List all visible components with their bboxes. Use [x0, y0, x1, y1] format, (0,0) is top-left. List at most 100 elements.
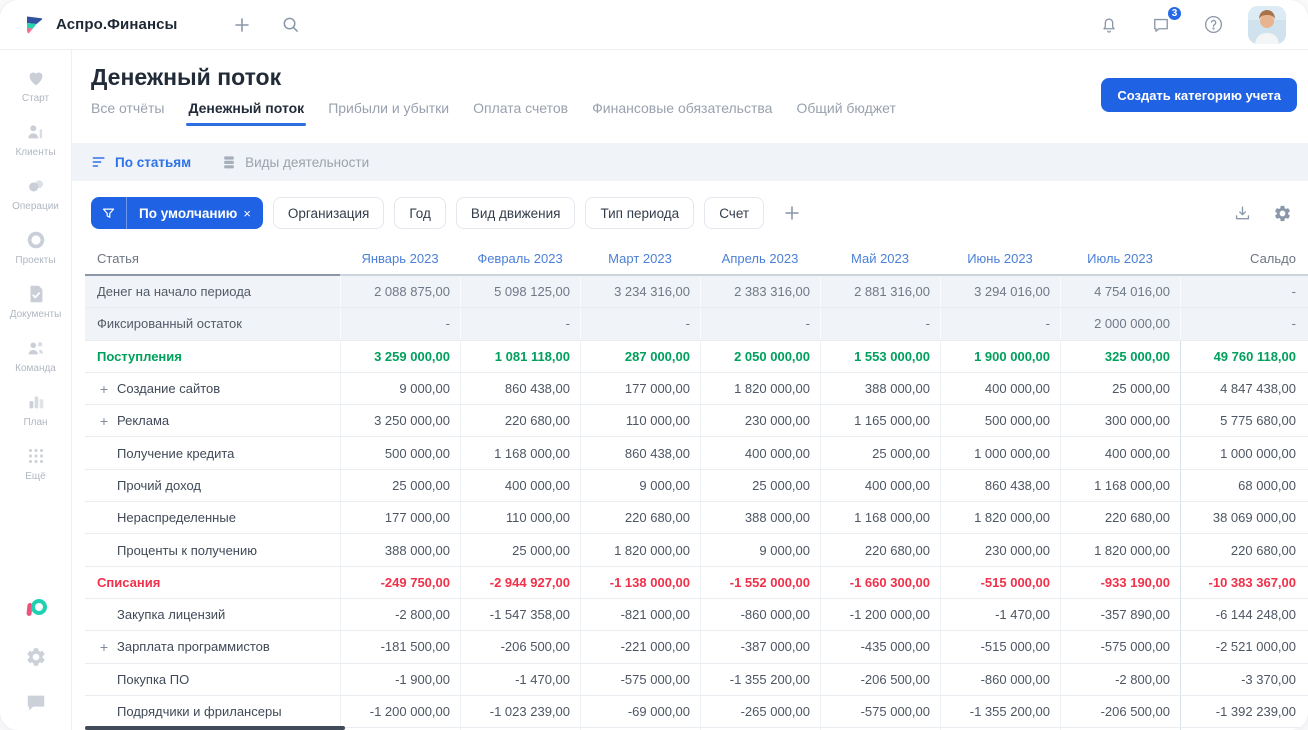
view-tab-1[interactable]: Виды деятельности — [221, 154, 369, 170]
column-header-month[interactable]: Апрель 2023 — [700, 243, 820, 276]
table-header-row: Статья Январь 2023 Февраль 2023 Март 2023 Ап… — [85, 243, 1308, 276]
avatar[interactable] — [1248, 5, 1286, 44]
bell-icon[interactable] — [1096, 12, 1122, 38]
chat-bubble-icon[interactable] — [25, 692, 47, 714]
settings-icon[interactable] — [1272, 203, 1292, 223]
expand-icon[interactable]: + — [97, 414, 111, 428]
value-cell: 2 000 000,00 — [1060, 308, 1180, 340]
app-body: Старт Клиенты Операции Проекты Документы Кома… — [0, 50, 1308, 730]
sidebar-item-documents[interactable]: Документы — [9, 282, 62, 336]
add-filter-icon[interactable] — [776, 202, 808, 224]
table-row[interactable]: Закупка лицензий -2 800,00 -1 547 358,00 -8… — [85, 598, 1308, 632]
sidebar-item-clients[interactable]: Клиенты — [10, 120, 62, 174]
default-filter-chip[interactable]: По умолчанию × — [91, 197, 263, 229]
table-row[interactable]: Прочий доход 25 000,00 400 000,00 9 000,00 2… — [85, 469, 1308, 503]
aspro-brand-icon[interactable] — [23, 596, 49, 622]
sidebar-item-more[interactable]: Ещё — [10, 444, 62, 498]
value-cell: 860 438,00 — [580, 437, 700, 469]
filter-chip-0[interactable]: Организация — [272, 197, 385, 229]
value-cell: 25 000,00 — [700, 469, 820, 502]
value-cell: -575 000,00 — [820, 695, 940, 728]
tab-0[interactable]: Все отчёты — [91, 100, 164, 122]
topbar: Аспро.Финансы 3 — [0, 0, 1308, 50]
row-label: + Создание сайтов — [85, 373, 340, 404]
value-cell: 400 000,00 — [700, 437, 820, 469]
column-header-month[interactable]: Январь 2023 — [340, 243, 460, 276]
value-cell: -515 000,00 — [940, 631, 1060, 663]
horizontal-scrollbar[interactable] — [85, 726, 345, 730]
brand[interactable]: Аспро.Финансы — [22, 13, 177, 37]
filter-chip-4[interactable]: Счет — [704, 197, 765, 229]
tab-1[interactable]: Денежный поток — [186, 100, 306, 126]
sidebar-item-label: Ещё — [25, 471, 46, 482]
create-category-button[interactable]: Создать категорию учета — [1101, 78, 1297, 112]
person-chart-icon — [25, 120, 47, 144]
filter-chip-3[interactable]: Тип периода — [585, 197, 695, 229]
view-tab-label: По статьям — [115, 154, 192, 170]
tab-2[interactable]: Прибыли и убытки — [328, 100, 449, 122]
value-cell: 1 168 000,00 — [820, 502, 940, 534]
sidebar-item-label: Операции — [12, 201, 59, 212]
table-row[interactable]: + Реклама 3 250 000,00 220 680,00 110 000,00… — [85, 405, 1308, 438]
view-tab-0[interactable]: По статьям — [91, 154, 191, 170]
donut-icon — [25, 228, 47, 252]
sidebar-item-plan[interactable]: План — [10, 390, 62, 444]
plan-icon — [25, 390, 47, 414]
table-row[interactable]: + Зарплата программистов -181 500,00 -206 5… — [85, 631, 1308, 664]
value-cell: 300 000,00 — [1060, 405, 1180, 437]
sidebar-item-start[interactable]: Старт — [10, 66, 62, 120]
column-header-month[interactable]: Май 2023 — [820, 243, 940, 276]
download-icon[interactable] — [1232, 203, 1252, 223]
sidebar-item-operations[interactable]: Операции — [10, 174, 62, 228]
value-cell: 230 000,00 — [940, 534, 1060, 566]
remove-filter-icon[interactable]: × — [243, 206, 263, 221]
app-window: Аспро.Финансы 3 Старт Клиенты Операции П… — [0, 0, 1308, 730]
view-mode-band: По статьям Виды деятельности — [72, 143, 1308, 181]
saldo-cell: 220 680,00 — [1180, 534, 1308, 566]
table-row[interactable]: Получение кредита 500 000,00 1 168 000,00 8… — [85, 437, 1308, 470]
value-cell: - — [820, 308, 940, 340]
value-cell: -575 000,00 — [1060, 631, 1180, 663]
table-row[interactable]: Подрядчики и фрилансеры -1 200 000,00 -1 0… — [85, 695, 1308, 729]
table-row[interactable]: Денег на начало периода 2 088 875,00 5 098… — [85, 276, 1308, 309]
filter-chip-1[interactable]: Год — [394, 197, 446, 229]
value-cell: - — [340, 308, 460, 340]
tab-5[interactable]: Общий бюджет — [796, 100, 895, 122]
sidebar-item-team[interactable]: Команда — [10, 336, 62, 390]
value-cell: 1 553 000,00 — [820, 340, 940, 372]
expand-icon[interactable]: + — [97, 640, 111, 654]
table-row[interactable]: Проценты к получению 388 000,00 25 000,00 1… — [85, 534, 1308, 567]
page-head: Денежный поток Создать категорию учета В… — [85, 63, 1308, 143]
value-cell: 400 000,00 — [940, 372, 1060, 405]
value-cell: 400 000,00 — [1060, 437, 1180, 469]
table-row[interactable]: + Создание сайтов 9 000,00 860 438,00 177 00… — [85, 372, 1308, 406]
tab-4[interactable]: Финансовые обязательства — [592, 100, 772, 122]
add-icon[interactable] — [229, 12, 255, 38]
sidebar-item-label: Документы — [9, 309, 62, 320]
sidebar-item-projects[interactable]: Проекты — [10, 228, 62, 282]
value-cell: 25 000,00 — [340, 469, 460, 502]
tab-3[interactable]: Оплата счетов — [473, 100, 568, 122]
table-row[interactable]: Поступления 3 259 000,00 1 081 118,00 287 0… — [85, 340, 1308, 373]
heart-icon — [25, 66, 47, 90]
table-row[interactable]: Покупка ПО -1 900,00 -1 470,00 -575 000,00-… — [85, 663, 1308, 696]
column-header-month[interactable]: Февраль 2023 — [460, 243, 580, 276]
table-row[interactable]: Списания -249 750,00 -2 944 927,00 -1 138 0… — [85, 566, 1308, 599]
row-label: Закупка лицензий — [117, 607, 226, 623]
column-header-month[interactable]: Июнь 2023 — [940, 243, 1060, 276]
search-icon[interactable] — [277, 12, 303, 38]
expand-icon[interactable]: + — [97, 382, 111, 396]
gear-icon[interactable] — [25, 646, 47, 668]
help-icon[interactable] — [1200, 12, 1226, 38]
value-cell: 860 438,00 — [460, 372, 580, 405]
filter-chip-2[interactable]: Вид движения — [455, 197, 576, 229]
table-row[interactable]: Нераспределенные 177 000,00 110 000,00 220 … — [85, 502, 1308, 535]
table-row[interactable]: Фиксированный остаток - - - - - -2 000 000,00- — [85, 308, 1308, 341]
value-cell: 400 000,00 — [820, 469, 940, 502]
column-header-month[interactable]: Март 2023 — [580, 243, 700, 276]
column-header-article: Статья — [85, 243, 340, 276]
column-header-month[interactable]: Июль 2023 — [1060, 243, 1180, 276]
chat-icon[interactable]: 3 — [1148, 4, 1183, 38]
saldo-cell: -2 521 000,00 — [1180, 631, 1308, 663]
document-check-icon — [25, 282, 47, 306]
